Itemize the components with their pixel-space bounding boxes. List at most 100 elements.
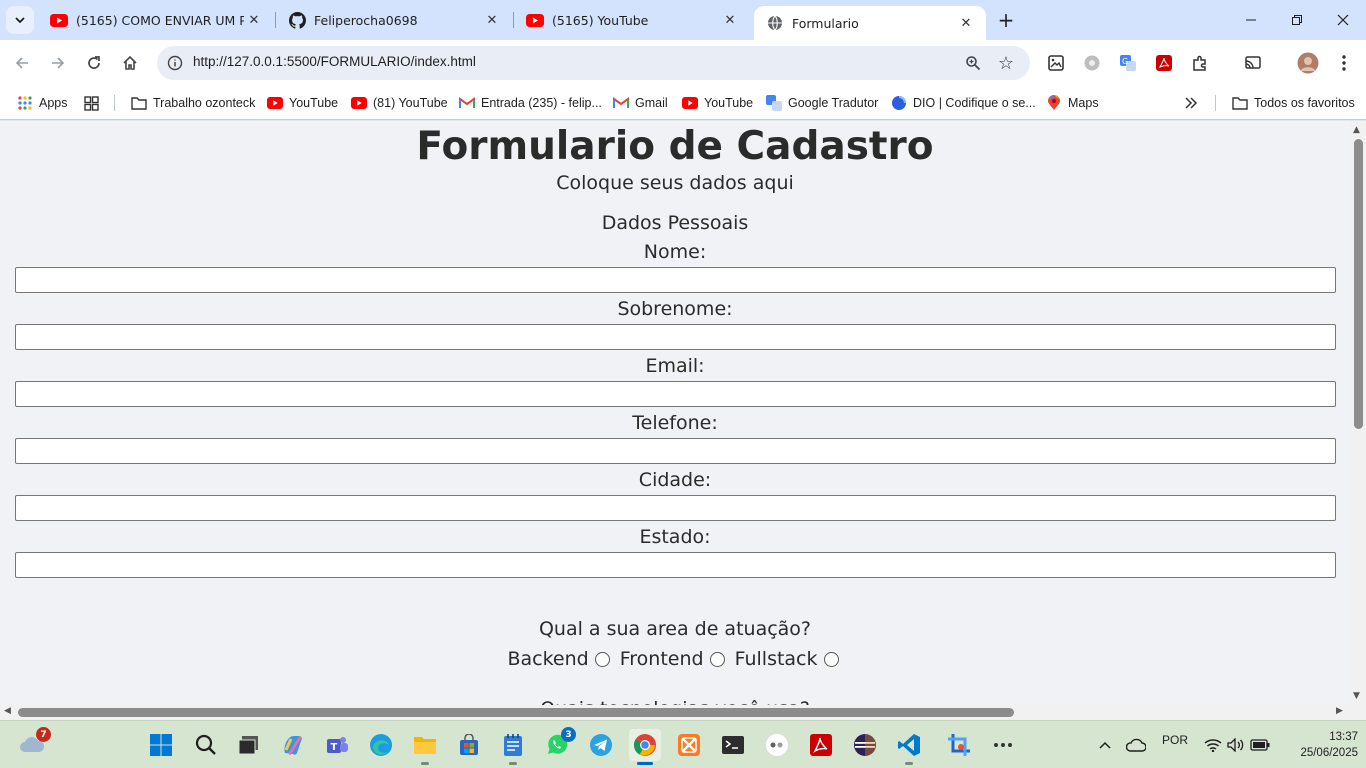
chrome-app[interactable]	[629, 729, 661, 765]
extensions-puzzle-icon[interactable]	[1189, 52, 1211, 74]
profile-avatar[interactable]	[1297, 52, 1319, 74]
bookmark-gmail[interactable]: Gmail	[613, 92, 668, 114]
frontend-radio[interactable]	[709, 651, 725, 667]
home-button[interactable]	[117, 50, 143, 76]
sobrenome-input[interactable]	[15, 324, 1336, 350]
more-apps-button[interactable]	[987, 729, 1019, 761]
email-input[interactable]	[15, 381, 1336, 407]
whatsapp-app[interactable]: 3	[541, 727, 576, 761]
bookmark-youtube-81[interactable]: (81) YouTube	[351, 92, 448, 114]
bookmark-youtube-2[interactable]: YouTube	[682, 92, 753, 114]
new-tab-button[interactable]: +	[994, 8, 1018, 32]
store-app[interactable]	[453, 729, 485, 761]
bookmark-maps[interactable]: Maps	[1046, 92, 1099, 114]
vertical-scroll-thumb[interactable]	[1354, 139, 1363, 429]
close-icon[interactable]: ✕	[482, 10, 502, 30]
close-icon[interactable]: ✕	[244, 10, 264, 30]
bookmark-folder-trabalho[interactable]: Trabalho ozonteck	[131, 92, 255, 114]
tray-overflow-button[interactable]	[1089, 729, 1121, 761]
edge-app[interactable]	[365, 729, 397, 761]
github-icon	[288, 11, 306, 29]
translate-icon[interactable]: G	[1117, 52, 1139, 74]
vertical-scrollbar[interactable]: ▲ ▼	[1350, 121, 1366, 705]
restore-button[interactable]	[1274, 0, 1320, 40]
scroll-right-icon[interactable]: ▶	[1336, 706, 1343, 716]
nome-input[interactable]	[15, 267, 1336, 293]
app-dots-launcher[interactable]	[761, 729, 793, 761]
bookmark-youtube[interactable]: YouTube	[267, 92, 338, 114]
start-button[interactable]	[145, 729, 177, 761]
scroll-down-icon[interactable]: ▼	[1353, 691, 1360, 701]
system-clock[interactable]: 13:37 25/06/2025	[1284, 729, 1358, 761]
back-button[interactable]	[9, 50, 35, 76]
bookmark-label: YouTube	[289, 96, 339, 110]
search-button[interactable]	[190, 729, 222, 761]
bookmark-entrada[interactable]: Entrada (235) - felip...	[459, 92, 602, 114]
bookmark-apps[interactable]: Apps	[17, 92, 68, 114]
pdf-reader-icon[interactable]	[1153, 52, 1175, 74]
page-title: Formulario de Cadastro	[416, 124, 934, 169]
forward-button[interactable]	[45, 50, 71, 76]
backend-radio[interactable]	[594, 651, 610, 667]
bookmark-dio[interactable]: DIO | Codifique o se...	[891, 92, 1036, 114]
bookmarks-overflow-button[interactable]	[1183, 92, 1205, 114]
tab-github[interactable]: Feliperocha0698 ✕	[276, 0, 512, 40]
snipping-tool-app[interactable]	[943, 729, 975, 761]
site-info-icon[interactable]	[165, 53, 185, 73]
acrobat-app[interactable]	[805, 729, 837, 761]
bookmark-tab-groups[interactable]	[83, 92, 105, 114]
menu-kebab-icon[interactable]	[1333, 52, 1355, 74]
bookmark-google-tradutor[interactable]: Google Tradutor	[766, 92, 878, 114]
windows-logo-icon	[150, 734, 172, 756]
image-search-icon[interactable]	[1045, 52, 1067, 74]
task-view-icon	[238, 736, 258, 755]
vscode-app[interactable]	[893, 729, 925, 765]
tab-formulario[interactable]: Formulario ✕	[754, 6, 986, 40]
copilot-app[interactable]	[277, 729, 309, 761]
close-icon[interactable]: ✕	[720, 10, 740, 30]
reload-button[interactable]	[81, 50, 107, 76]
language-indicator[interactable]: POR	[1162, 733, 1188, 747]
pdf-reader-icon	[810, 734, 832, 756]
terminal-app[interactable]	[717, 729, 749, 761]
address-bar[interactable]: http://127.0.0.1:5500/FORMULARIO/index.h…	[157, 46, 1030, 80]
telegram-app[interactable]	[585, 729, 617, 761]
onedrive-tray[interactable]	[1120, 729, 1152, 761]
teams-app[interactable]: T	[321, 729, 353, 761]
scroll-up-icon[interactable]: ▲	[1353, 125, 1360, 135]
close-icon[interactable]: ✕	[956, 13, 976, 33]
bookmark-star-icon[interactable]: ☆	[995, 52, 1017, 74]
file-explorer-app[interactable]	[409, 729, 441, 765]
tab-search-button[interactable]	[6, 6, 34, 34]
tab-youtube-video[interactable]: (5165) COMO ENVIAR UM PROJ ✕	[38, 0, 274, 40]
fullstack-radio[interactable]	[823, 651, 839, 667]
tab-youtube-home[interactable]: (5165) YouTube ✕	[514, 0, 750, 40]
xampp-app[interactable]	[673, 729, 705, 761]
more-horizontal-icon	[994, 743, 1012, 747]
email-label: Email:	[645, 355, 705, 377]
cidade-input[interactable]	[15, 495, 1336, 521]
cast-icon[interactable]	[1242, 52, 1264, 74]
bookmark-label: Maps	[1068, 96, 1099, 110]
notepad-app[interactable]	[497, 729, 529, 765]
dio-icon	[891, 95, 907, 111]
teams-icon: T	[327, 737, 348, 753]
scroll-left-icon[interactable]: ◀	[4, 706, 11, 716]
all-bookmarks-folder[interactable]: Todos os favoritos	[1232, 92, 1355, 114]
horizontal-scrollbar[interactable]: ◀ ▶	[0, 705, 1350, 720]
minimize-button[interactable]	[1228, 0, 1274, 40]
task-view-button[interactable]	[233, 729, 265, 761]
weather-widget[interactable]: 7	[16, 727, 51, 761]
telefone-input[interactable]	[15, 438, 1336, 464]
snipping-tool-icon	[948, 734, 970, 756]
estado-input[interactable]	[15, 552, 1336, 578]
horizontal-scroll-thumb[interactable]	[18, 708, 1014, 717]
battery-tray[interactable]	[1244, 729, 1276, 761]
eclipse-app[interactable]	[849, 729, 881, 761]
extension-aperture-icon[interactable]	[1081, 52, 1103, 74]
url-text[interactable]: http://127.0.0.1:5500/FORMULARIO/index.h…	[193, 54, 476, 69]
telefone-label: Telefone:	[632, 412, 718, 434]
tab-strip: (5165) COMO ENVIAR UM PROJ ✕ Feliperocha…	[0, 0, 1366, 40]
zoom-icon[interactable]	[963, 53, 983, 73]
close-window-button[interactable]	[1320, 0, 1366, 40]
